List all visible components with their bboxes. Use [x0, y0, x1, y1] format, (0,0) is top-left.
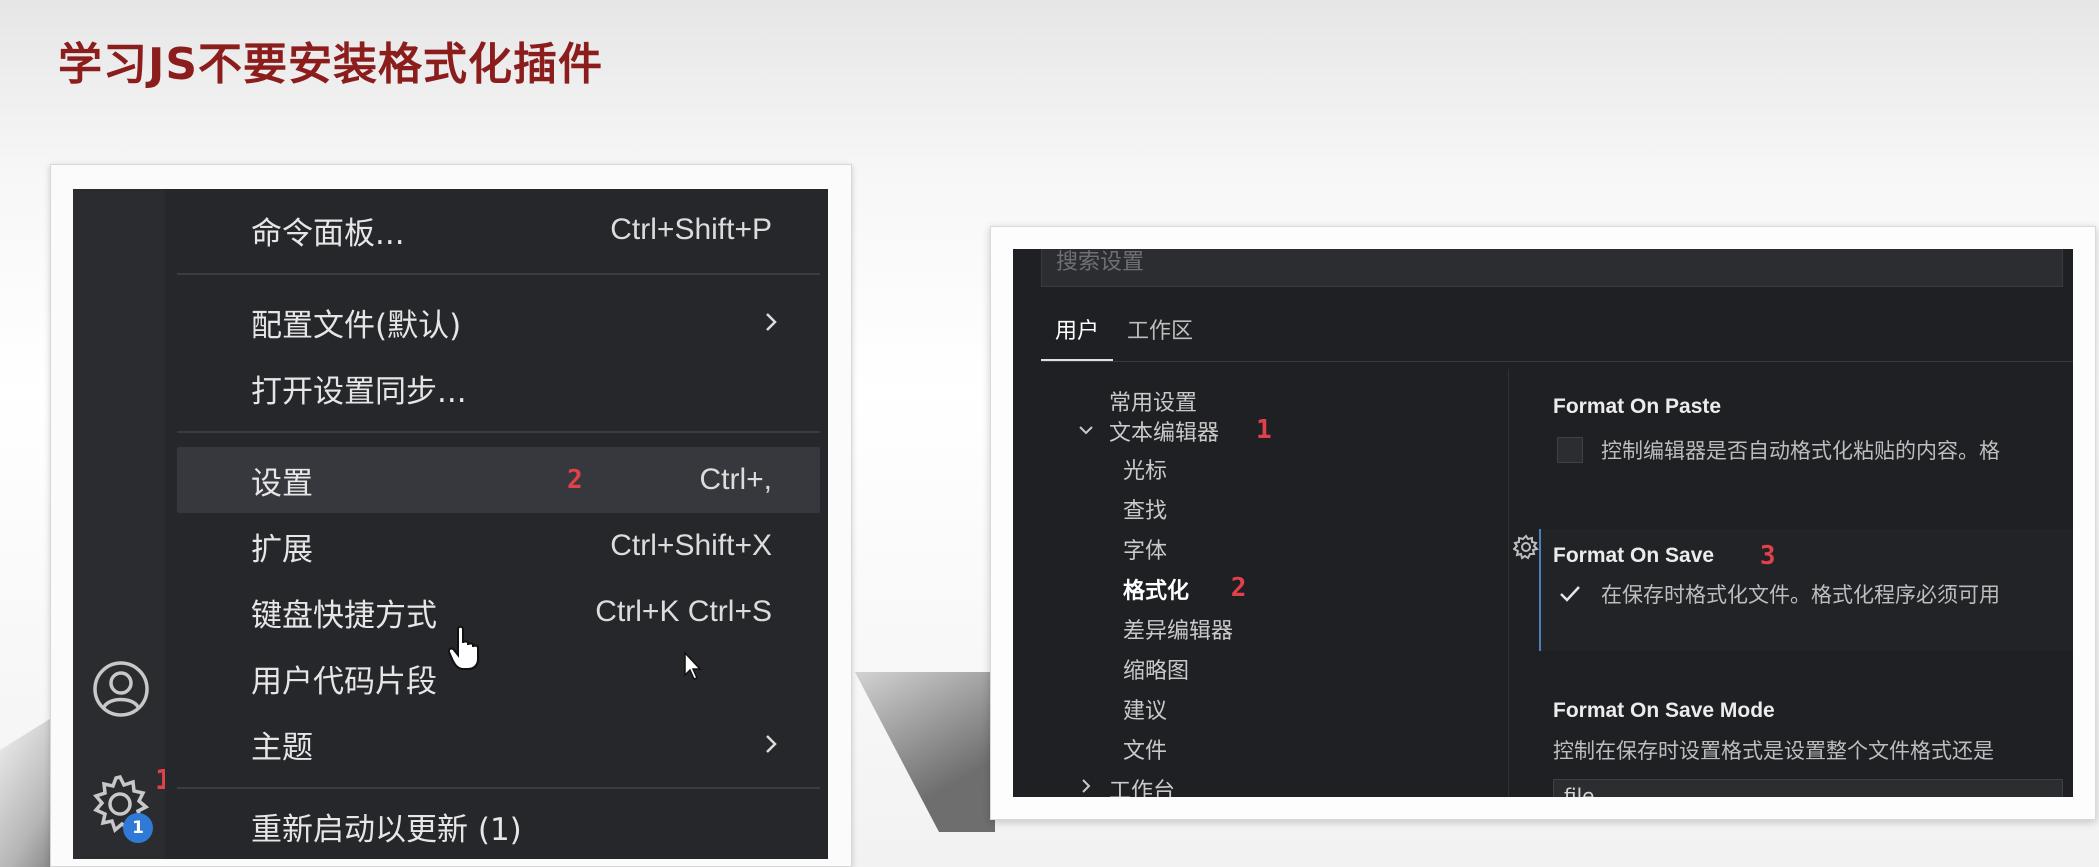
toc-item-formatting[interactable]: 格式化 2	[1123, 573, 1246, 605]
menu-item-label: 设置	[251, 465, 313, 502]
setting-title: Format On Paste	[1553, 395, 1722, 418]
menu-item-label: 键盘快捷方式	[251, 597, 437, 634]
manage-gear-button[interactable]: 1 1	[85, 763, 172, 849]
toc-item-common[interactable]: 常用设置	[1109, 385, 1197, 417]
chevron-right-icon[interactable]	[1077, 777, 1095, 795]
toc-item-label: 格式化	[1123, 579, 1190, 604]
toc-item-text-editor[interactable]: 文本编辑器 1	[1109, 415, 1272, 447]
toc-item-font[interactable]: 字体	[1123, 533, 1167, 565]
hand-cursor-icon	[448, 625, 479, 670]
menu-item-shortcut: Ctrl+K Ctrl+S	[595, 595, 772, 628]
chevron-right-icon	[766, 313, 777, 331]
setting-description: 控制编辑器是否自动格式化粘贴的内容。格	[1601, 439, 2000, 463]
step-marker-3: 3	[1759, 541, 1776, 571]
setting-title-text: Format On Save	[1553, 544, 1715, 567]
tab-user[interactable]: 用户	[1041, 307, 1114, 361]
setting-format-on-save: Format On Save 3 在保存时格式化文件。格式化程序必须可用	[1553, 539, 2073, 607]
toc-item-cursor[interactable]: 光标	[1123, 453, 1167, 485]
setting-title: Format On Save 3	[1553, 539, 2073, 571]
menu-item-keyboard-shortcuts[interactable]: 键盘快捷方式 Ctrl+K Ctrl+S	[177, 579, 820, 645]
settings-scope-tabs: 用户 工作区	[1041, 307, 1207, 361]
chevron-down-icon[interactable]	[1077, 421, 1095, 439]
menu-item-settings-sync[interactable]: 打开设置同步...	[177, 355, 820, 421]
format-on-save-mode-select[interactable]: file	[1553, 779, 2063, 797]
menu-item-command-palette[interactable]: 命令面板... Ctrl+Shift+P	[177, 197, 820, 263]
step-marker-2: 2	[567, 465, 583, 495]
arrow-cursor-icon	[684, 651, 702, 680]
setting-format-on-save-mode: Format On Save Mode 控制在保存时设置格式是设置整个文件格式还…	[1553, 699, 2073, 765]
menu-item-extensions[interactable]: 扩展 Ctrl+Shift+X	[177, 513, 820, 579]
menu-item-settings[interactable]: 设置 2 Ctrl+,	[177, 447, 820, 513]
setting-description: 控制在保存时设置格式是设置整个文件格式还是	[1553, 739, 1994, 763]
format-on-paste-checkbox[interactable]	[1557, 437, 1583, 463]
menu-item-shortcut: Ctrl+Shift+X	[610, 529, 772, 562]
menu-screenshot-card: 1 1 命令面板... Ctrl+Shift+P 配置文件(默认) 打开设置同步…	[50, 164, 852, 867]
menu-item-profiles[interactable]: 配置文件(默认)	[177, 289, 820, 355]
menu-item-user-snippets[interactable]: 用户代码片段	[177, 645, 820, 711]
decorative-shadow-middle	[855, 672, 995, 832]
menu-item-themes[interactable]: 主题	[177, 711, 820, 777]
toc-item-label: 文本编辑器	[1109, 421, 1220, 446]
setting-title: Format On Save Mode	[1553, 699, 1775, 722]
setting-description: 在保存时格式化文件。格式化程序必须可用	[1601, 583, 2000, 607]
toc-item-workbench[interactable]: 工作台	[1109, 773, 1175, 797]
menu-item-label: 命令面板...	[251, 215, 405, 252]
settings-toc: 常用设置 文本编辑器 1 光标 查找 字体 格式化 2 差异编辑器 缩略图 建议…	[1053, 379, 1453, 797]
menu-item-label: 主题	[251, 729, 313, 766]
menu-separator	[177, 787, 820, 789]
menu-separator	[177, 273, 820, 275]
menu-item-label: 扩展	[251, 531, 313, 568]
toc-item-minimap[interactable]: 缩略图	[1123, 653, 1189, 685]
toc-item-suggestions[interactable]: 建议	[1123, 693, 1167, 725]
menu-item-label: 重新启动以更新 (1)	[251, 811, 522, 848]
update-count-badge: 1	[123, 813, 153, 843]
toc-item-find[interactable]: 查找	[1123, 493, 1167, 525]
tab-workspace[interactable]: 工作区	[1113, 307, 1207, 361]
menu-item-shortcut: Ctrl+Shift+P	[610, 213, 772, 246]
setting-gear-icon[interactable]	[1513, 534, 1539, 560]
menu-item-restart-to-update[interactable]: 重新启动以更新 (1)	[177, 793, 820, 859]
step-marker-1: 1	[1256, 415, 1272, 445]
menu-separator	[177, 431, 820, 433]
menu-item-label: 配置文件(默认)	[251, 307, 462, 344]
account-icon[interactable]	[91, 659, 151, 719]
toc-divider	[1508, 369, 1509, 797]
format-on-save-check-icon[interactable]	[1557, 581, 1583, 607]
settings-screenshot-card: 搜索设置 用户 工作区 常用设置 文本编辑器 1 光标 查找 字体 格式化 2 …	[990, 226, 2096, 820]
manage-menu: 命令面板... Ctrl+Shift+P 配置文件(默认) 打开设置同步... …	[165, 189, 828, 859]
toc-item-files[interactable]: 文件	[1123, 733, 1167, 765]
toc-item-diff-editor[interactable]: 差异编辑器	[1123, 613, 1233, 645]
vscode-settings-window: 搜索设置 用户 工作区 常用设置 文本编辑器 1 光标 查找 字体 格式化 2 …	[1013, 249, 2073, 797]
menu-item-label: 打开设置同步...	[251, 373, 467, 410]
chevron-right-icon	[766, 735, 777, 753]
slide-title: 学习JS不要安装格式化插件	[58, 39, 604, 90]
menu-item-label: 用户代码片段	[251, 663, 437, 700]
tab-divider	[1041, 361, 2073, 362]
setting-format-on-paste: Format On Paste 控制编辑器是否自动格式化粘贴的内容。格	[1553, 395, 2073, 463]
step-marker-2: 2	[1230, 573, 1247, 603]
vscode-menu-window: 1 1 命令面板... Ctrl+Shift+P 配置文件(默认) 打开设置同步…	[73, 189, 828, 859]
activity-bar: 1 1	[73, 189, 172, 859]
menu-item-shortcut: Ctrl+,	[699, 463, 772, 496]
settings-search-input[interactable]: 搜索设置	[1041, 249, 2063, 287]
